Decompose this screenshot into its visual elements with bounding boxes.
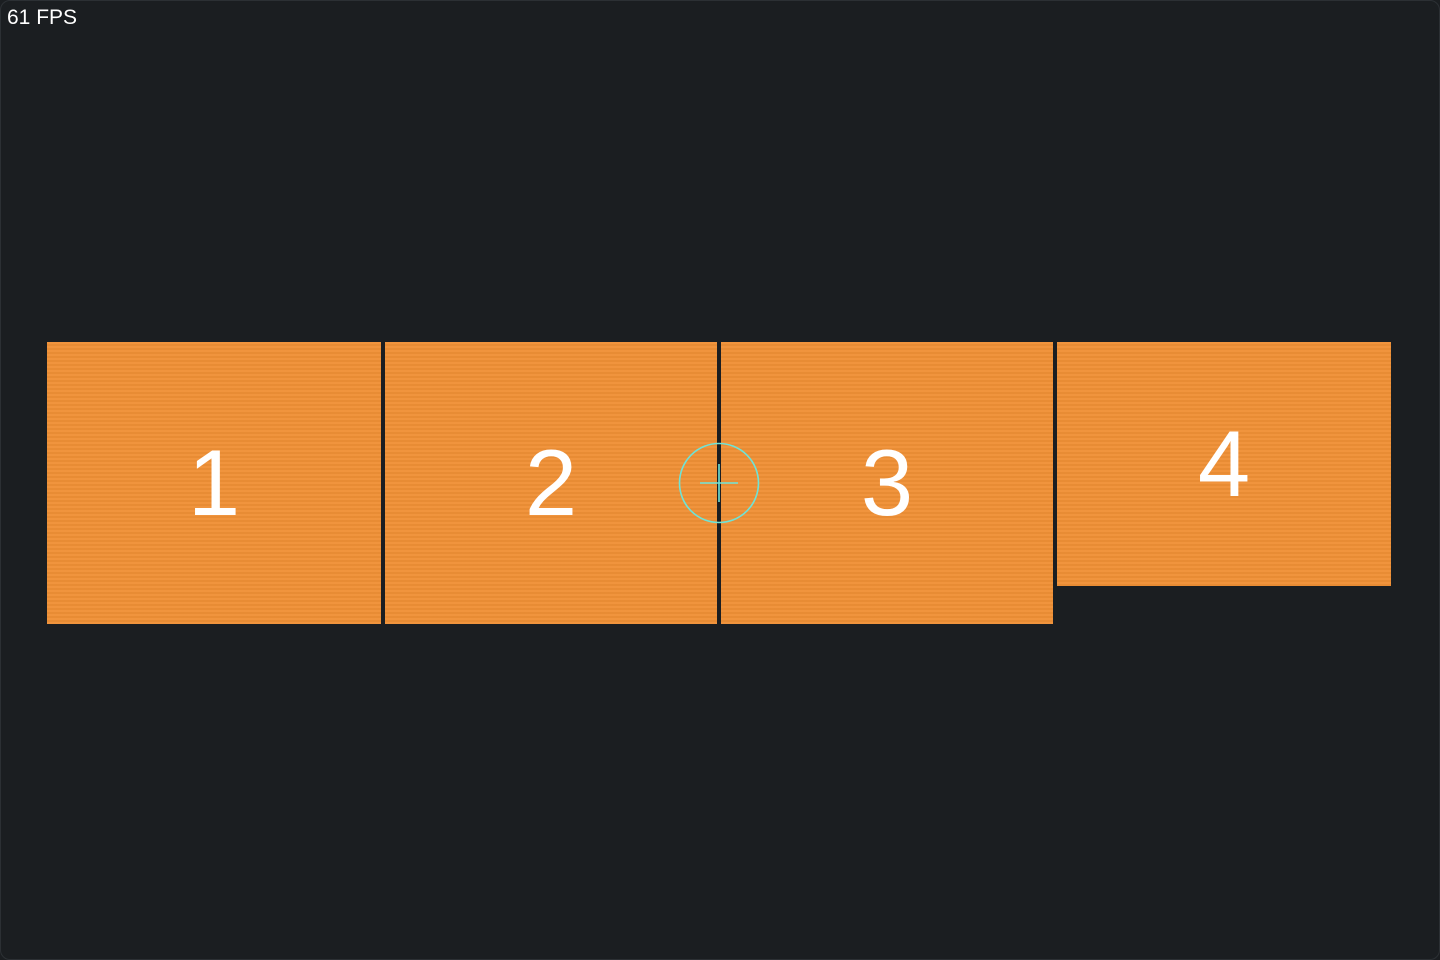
- tile-3[interactable]: 3: [721, 342, 1053, 624]
- fps-counter: 61 FPS: [7, 6, 78, 29]
- tile-3-label: 3: [860, 430, 914, 535]
- tile-4[interactable]: 4: [1057, 342, 1391, 586]
- tile-2[interactable]: 2: [385, 342, 717, 624]
- tile-1-label: 1: [187, 430, 241, 535]
- tile-1[interactable]: 1: [47, 342, 381, 624]
- tile-4-label: 4: [1197, 411, 1251, 516]
- tile-2-label: 2: [524, 430, 578, 535]
- app-window: 61 FPS 1 2 3 4: [0, 0, 1440, 960]
